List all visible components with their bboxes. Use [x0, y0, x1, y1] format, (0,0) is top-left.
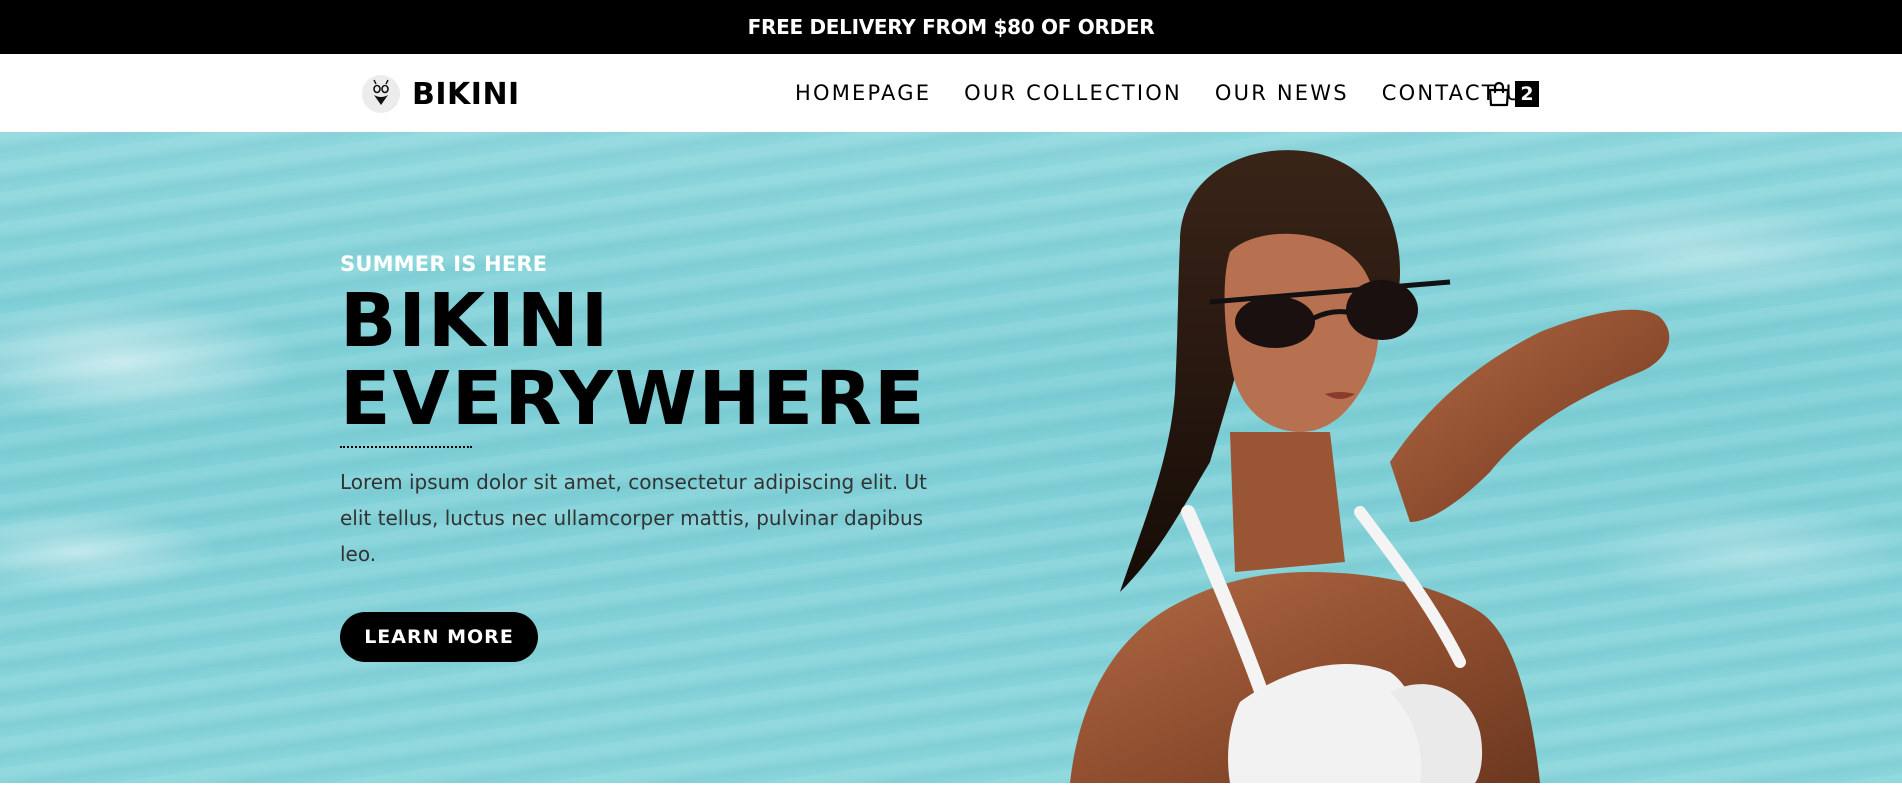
brand-name: BIKINI	[412, 76, 520, 112]
hero-headline-line1: BIKINI	[340, 278, 611, 364]
hero-eyebrow: SUMMER IS HERE	[340, 252, 548, 276]
nav-our-news[interactable]: OUR NEWS	[1215, 81, 1349, 105]
learn-more-button[interactable]: LEARN MORE	[340, 612, 538, 662]
hero-headline-line2: EVERYWHERE	[340, 356, 927, 442]
announcement-text: FREE DELIVERY FROM $80 OF ORDER	[747, 15, 1155, 39]
hero-divider	[340, 446, 472, 448]
main-nav: HOMEPAGE OUR COLLECTION OUR NEWS CONTACT…	[795, 78, 1572, 108]
cart-count-badge: 2	[1515, 81, 1539, 107]
cart-button[interactable]: 2	[1487, 80, 1539, 108]
hero-banner: SUMMER IS HERE BIKINI EVERYWHERE Lorem i…	[0, 132, 1902, 783]
hero-content: SUMMER IS HERE BIKINI EVERYWHERE Lorem i…	[340, 252, 940, 662]
nav-our-collection[interactable]: OUR COLLECTION	[964, 81, 1182, 105]
hero-description: Lorem ipsum dolor sit amet, consectetur …	[340, 470, 928, 566]
shopping-bag-icon	[1488, 81, 1510, 107]
announcement-bar: FREE DELIVERY FROM $80 OF ORDER	[0, 0, 1902, 54]
nav-homepage[interactable]: HOMEPAGE	[795, 81, 931, 105]
hero-headline: BIKINI EVERYWHERE	[340, 282, 940, 438]
page-bottom-edge	[0, 783, 1902, 804]
hero-model-image	[1070, 150, 1670, 783]
site-header: BIKINI HOMEPAGE OUR COLLECTION OUR NEWS …	[0, 54, 1902, 132]
brand-logo-link[interactable]: BIKINI	[362, 75, 520, 113]
brand-logo-icon	[362, 75, 400, 113]
